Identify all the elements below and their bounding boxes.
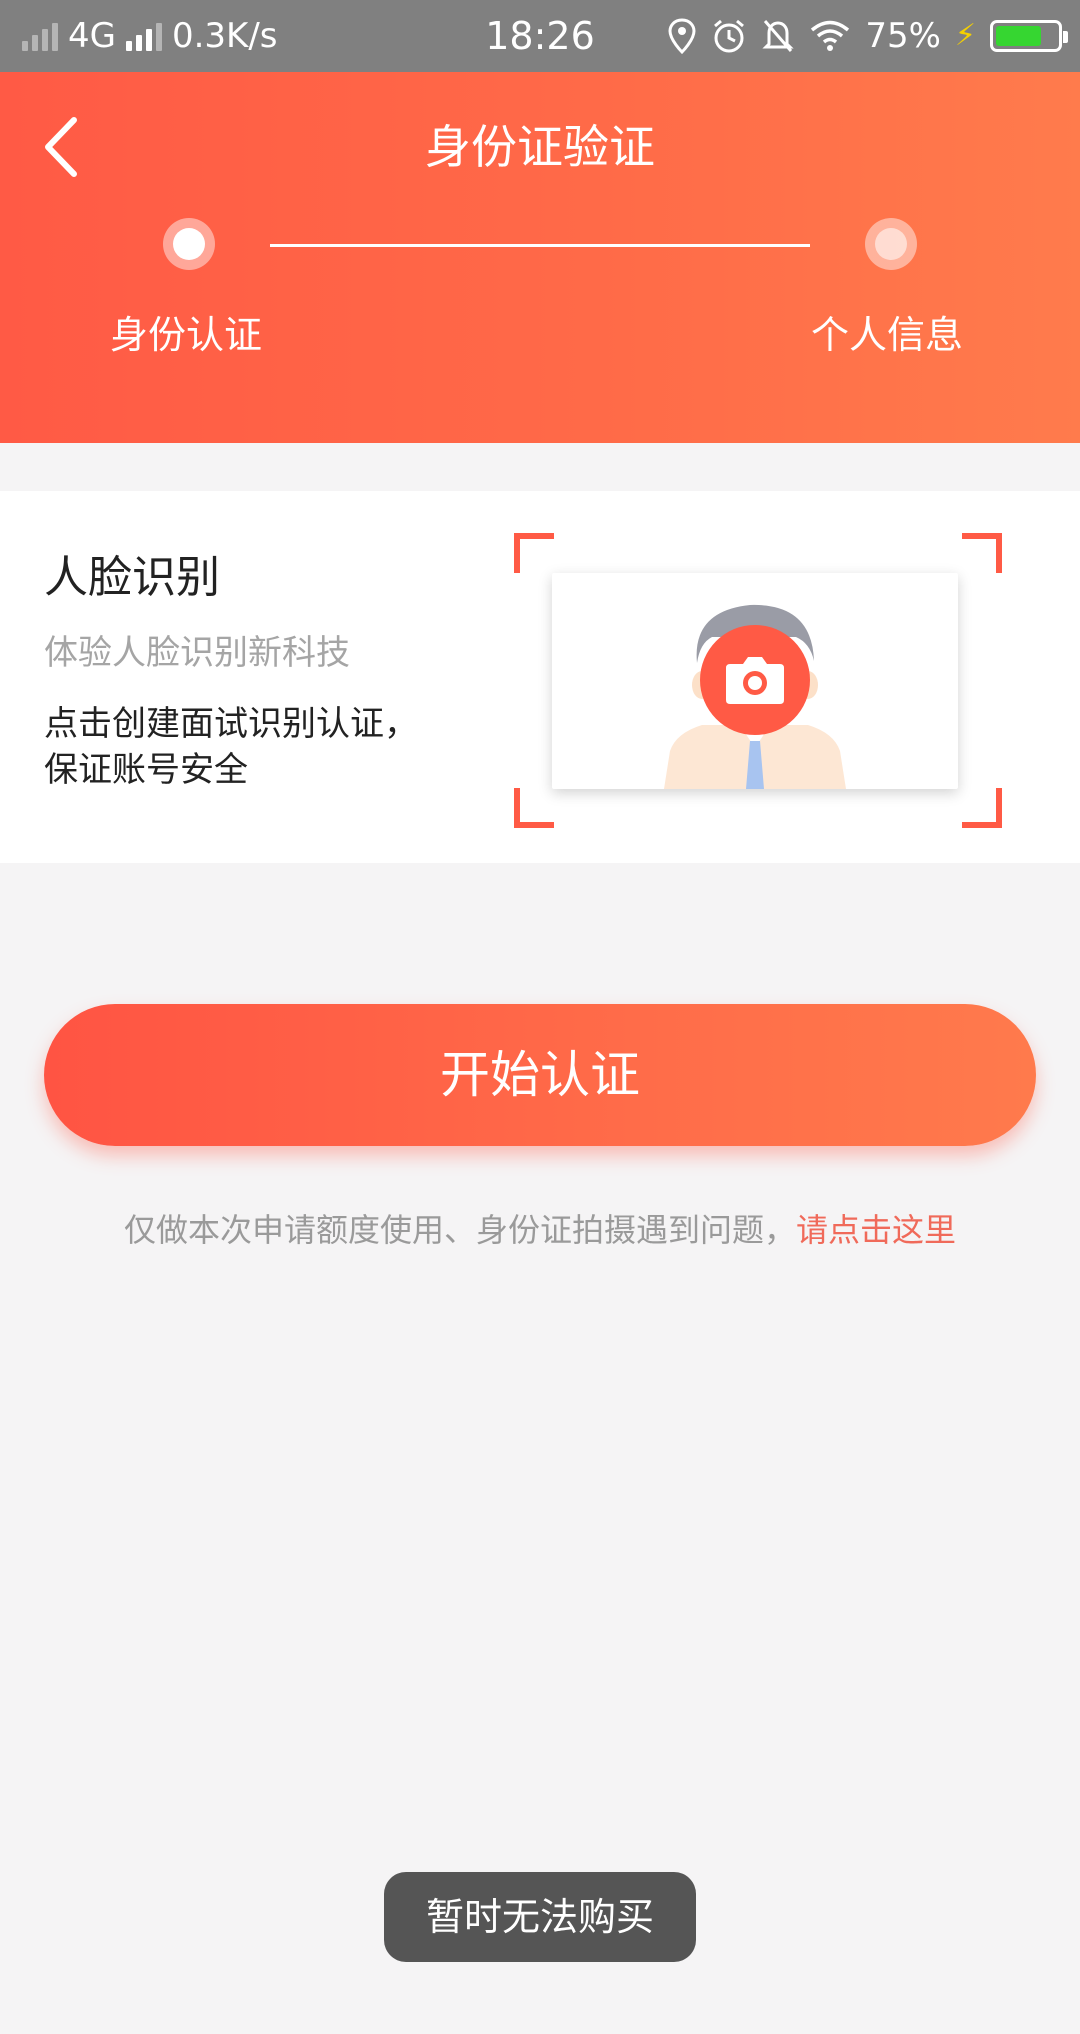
camera-icon (726, 657, 784, 704)
battery-icon (990, 20, 1068, 52)
face-recognition-card[interactable]: 人脸识别 体验人脸识别新科技 点击创建面试识别认证， 保证账号安全 (0, 491, 1080, 863)
portrait-illustration (552, 573, 958, 789)
frame-corner (962, 533, 1002, 573)
frame-corner (962, 788, 1002, 828)
help-link[interactable]: 请点击这里 (796, 1211, 956, 1249)
wifi-icon (811, 20, 850, 51)
step-label-1: 身份认证 (110, 313, 263, 357)
person-icon (664, 604, 846, 789)
page-title: 身份证验证 (425, 120, 655, 174)
card-subtitle: 体验人脸识别新科技 (44, 633, 350, 673)
screen: 4G 0.3K/s 18:26 75% ⚡ 身份证验证 身份认证 个人信息 人脸… (0, 0, 1080, 2034)
location-icon (668, 18, 696, 54)
charging-icon: ⚡ (954, 18, 976, 53)
status-right: 75% ⚡ (667, 0, 1068, 72)
step-indicator-2 (865, 218, 917, 270)
mute-icon (762, 20, 794, 52)
card-title: 人脸识别 (44, 552, 220, 603)
step-progress-line (270, 244, 810, 247)
card-description-line2: 保证账号安全 (44, 750, 248, 790)
notice-message: 仅做本次申请额度使用、身份证拍摄遇到问题， (123, 1211, 796, 1249)
step-indicator-1 (163, 218, 215, 270)
step-label-2: 个人信息 (811, 313, 964, 357)
card-description: 点击创建面试识别认证， 保证账号安全 (44, 701, 418, 793)
battery-percent: 75% (865, 16, 941, 56)
toast-message: 暂时无法购买 (384, 1872, 696, 1962)
notice-text: 仅做本次申请额度使用、身份证拍摄遇到问题，请点击这里 (0, 1205, 1080, 1251)
card-description-line1: 点击创建面试识别认证， (44, 704, 418, 744)
start-verification-button[interactable]: 开始认证 (44, 1004, 1036, 1146)
face-scan-frame[interactable] (514, 533, 1002, 828)
status-bar: 4G 0.3K/s 18:26 75% ⚡ (0, 0, 1080, 72)
header: 身份证验证 身份认证 个人信息 (0, 72, 1080, 443)
alarm-icon (714, 19, 745, 53)
frame-corner (514, 533, 554, 573)
frame-corner (514, 788, 554, 828)
